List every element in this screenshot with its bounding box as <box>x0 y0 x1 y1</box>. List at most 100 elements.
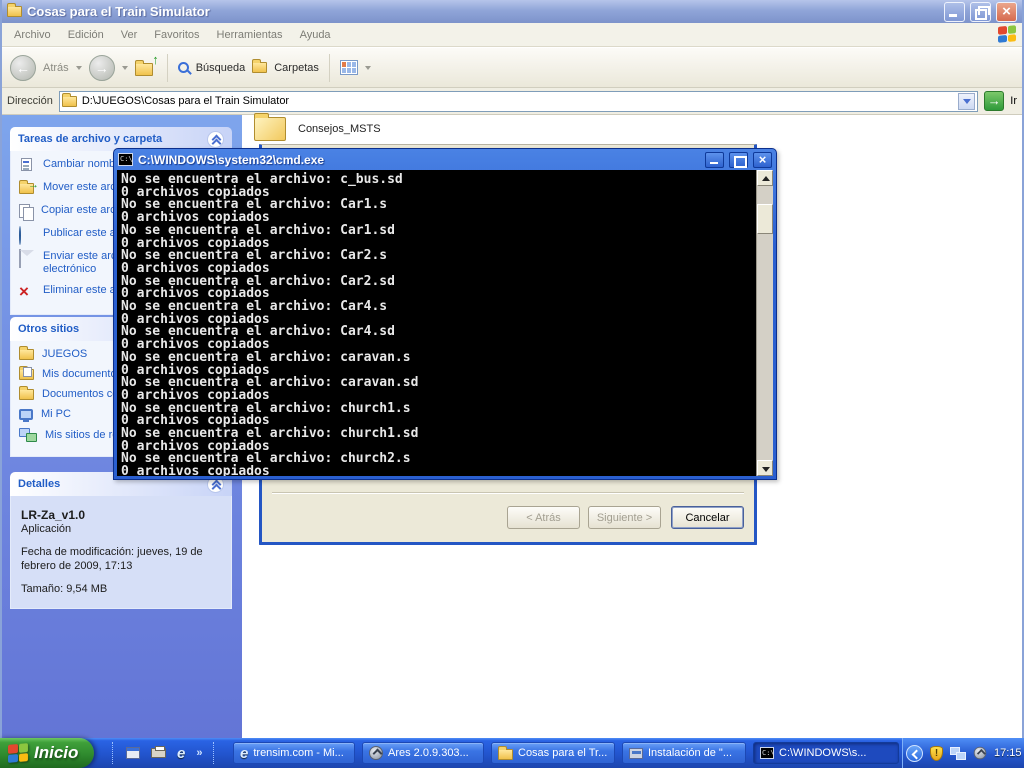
ares-icon <box>369 746 383 760</box>
toolbar-separator <box>167 54 168 82</box>
details-size: Tamaño: 9,54 MB <box>21 582 221 596</box>
address-value: D:\JUEGOS\Cosas para el Train Simulator <box>82 95 289 107</box>
network-icon <box>19 428 37 442</box>
internet-explorer-icon[interactable]: e <box>177 746 185 761</box>
publish-icon <box>19 227 36 242</box>
address-bar: Dirección D:\JUEGOS\Cosas para el Train … <box>2 88 1022 115</box>
views-icon[interactable] <box>340 60 358 75</box>
menu-ver[interactable]: Ver <box>121 29 138 41</box>
documents-folder-icon <box>19 369 34 380</box>
cmd-minimize-button[interactable] <box>705 152 724 168</box>
internet-explorer-icon: e <box>240 746 248 761</box>
console-scrollbar[interactable] <box>756 170 773 476</box>
folders-icon[interactable] <box>252 62 267 73</box>
up-folder-icon[interactable] <box>135 60 157 76</box>
folder-icon <box>254 117 286 141</box>
details-modified: Fecha de modificación: jueves, 19 de feb… <box>21 545 221 573</box>
desktop-screen: Cosas para el Train Simulator Archivo Ed… <box>0 0 1024 768</box>
menu-favoritos[interactable]: Favoritos <box>154 29 199 41</box>
start-windows-flag-icon <box>8 743 28 763</box>
quick-launch-overflow-icon[interactable]: » <box>196 747 202 759</box>
window-title: Cosas para el Train Simulator <box>27 4 939 19</box>
search-icon[interactable] <box>178 62 189 73</box>
scroll-down-icon[interactable] <box>757 460 773 476</box>
network-tray-icon[interactable] <box>950 747 966 760</box>
scrollbar-thumb[interactable] <box>757 204 773 234</box>
details-panel: Detalles LR-Za_v1.0 Aplicación Fecha de … <box>10 472 232 609</box>
folders-button-label[interactable]: Carpetas <box>274 62 319 74</box>
window-folder-icon <box>7 6 22 17</box>
cmd-close-button[interactable] <box>753 152 772 168</box>
address-input[interactable]: D:\JUEGOS\Cosas para el Train Simulator <box>59 91 978 112</box>
wizard-cancel-button[interactable]: Cancelar <box>671 506 744 529</box>
quick-launch-app-icon[interactable] <box>126 747 140 759</box>
quick-launch-bar: e » <box>112 738 216 768</box>
taskbar: Inicio e » e trensim.com - Mi... Ares 2.… <box>0 738 1024 768</box>
folder-icon <box>19 349 34 360</box>
installer-icon <box>629 748 643 759</box>
taskbar-clock[interactable]: 17:15 <box>994 747 1022 759</box>
details-body: LR-Za_v1.0 Aplicación Fecha de modificac… <box>10 496 232 609</box>
go-button-label[interactable]: Ir <box>1010 95 1017 107</box>
menu-bar: Archivo Edición Ver Favoritos Herramient… <box>2 23 1022 47</box>
taskbar-button-installer[interactable]: Instalación de "... <box>622 742 746 764</box>
address-folder-icon <box>62 96 77 107</box>
menu-archivo[interactable]: Archivo <box>14 29 51 41</box>
details-file-name: LR-Za_v1.0 <box>21 508 221 522</box>
details-title: Detalles <box>18 478 60 490</box>
file-item-consejos[interactable]: Consejos_MSTS <box>254 117 381 141</box>
explorer-titlebar[interactable]: Cosas para el Train Simulator <box>2 0 1022 23</box>
email-icon <box>19 250 36 265</box>
computer-icon <box>19 409 33 420</box>
other-places-title: Otros sitios <box>18 323 79 335</box>
rename-icon <box>19 158 36 173</box>
cmd-maximize-button[interactable] <box>729 152 748 168</box>
taskbar-button-ares[interactable]: Ares 2.0.9.303... <box>362 742 484 764</box>
cmd-titlebar[interactable]: C:\ C:\WINDOWS\system32\cmd.exe <box>114 149 776 170</box>
scroll-up-icon[interactable] <box>757 170 773 186</box>
menu-herramientas[interactable]: Herramientas <box>217 29 283 41</box>
back-button-icon[interactable] <box>10 55 36 81</box>
back-button-label[interactable]: Atrás <box>43 62 69 74</box>
console-output: No se encuentra el archivo: c_bus.sd 0 a… <box>117 170 756 476</box>
taskbar-grip <box>112 742 115 764</box>
cmd-window: C:\ C:\WINDOWS\system32\cmd.exe No se en… <box>113 148 777 480</box>
menu-edicion[interactable]: Edición <box>68 29 104 41</box>
search-button-label[interactable]: Búsqueda <box>196 62 246 74</box>
quick-launch-printer-icon[interactable] <box>151 748 166 758</box>
move-icon <box>19 181 36 196</box>
folder-icon <box>498 749 513 760</box>
address-dropdown-icon[interactable] <box>958 93 975 110</box>
system-tray: 17:15 <box>902 738 1024 768</box>
taskbar-button-cmd[interactable]: C:\ C:\WINDOWS\s... <box>753 742 899 764</box>
forward-dropdown-icon[interactable] <box>122 66 128 70</box>
delete-icon <box>19 284 36 299</box>
tray-collapse-icon[interactable] <box>906 745 923 762</box>
toolbar: Atrás Búsqueda Carpetas <box>2 48 1022 88</box>
toolbar-separator <box>329 54 330 82</box>
forward-button-icon[interactable] <box>89 55 115 81</box>
cmd-icon: C:\ <box>118 153 133 166</box>
minimize-button[interactable] <box>944 2 965 22</box>
close-button[interactable] <box>996 2 1017 22</box>
shared-folder-icon <box>19 389 34 400</box>
ares-tray-icon[interactable] <box>974 747 987 760</box>
start-button[interactable]: Inicio <box>0 738 94 768</box>
security-shield-icon[interactable] <box>930 746 943 761</box>
views-dropdown-icon[interactable] <box>365 66 371 70</box>
wizard-next-button[interactable]: Siguiente > <box>588 506 661 529</box>
go-button-icon[interactable] <box>984 91 1004 111</box>
wizard-back-button[interactable]: < Atrás <box>507 506 580 529</box>
copy-icon <box>19 204 34 219</box>
collapse-chevron-icon[interactable] <box>207 131 224 148</box>
restore-button[interactable] <box>970 2 991 22</box>
menu-ayuda[interactable]: Ayuda <box>300 29 331 41</box>
details-file-type: Aplicación <box>21 522 221 536</box>
taskbar-button-trensim[interactable]: e trensim.com - Mi... <box>233 742 355 764</box>
file-item-label[interactable]: Consejos_MSTS <box>298 123 381 135</box>
taskbar-button-explorer[interactable]: Cosas para el Tr... <box>491 742 615 764</box>
start-button-label: Inicio <box>34 743 78 763</box>
file-tasks-title: Tareas de archivo y carpeta <box>18 133 162 145</box>
windows-logo-icon <box>998 25 1016 43</box>
back-dropdown-icon[interactable] <box>76 66 82 70</box>
